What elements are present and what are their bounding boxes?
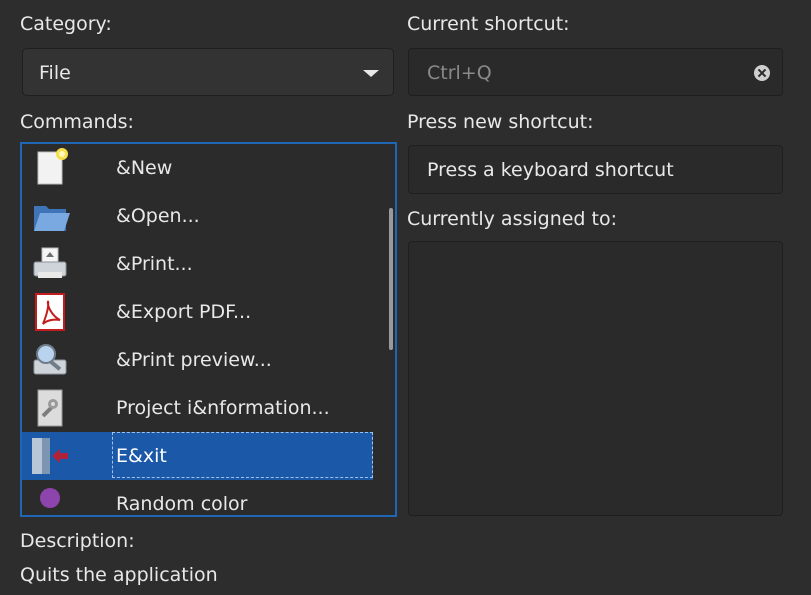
chevron-down-icon	[363, 70, 379, 77]
list-item-label: &Print preview...	[116, 349, 272, 371]
new-document-icon	[37, 148, 68, 185]
list-item-label: &New	[116, 157, 173, 179]
list-item-label: &Open...	[116, 205, 200, 227]
list-item-label: Project i&nformation...	[116, 397, 330, 419]
list-item-label: Random color	[116, 493, 248, 515]
current-shortcut-field[interactable]: Ctrl+Q	[408, 48, 783, 96]
list-item[interactable]: E&xit	[22, 432, 373, 480]
list-item[interactable]: &New	[22, 144, 373, 192]
list-item[interactable]: &Print preview...	[22, 336, 373, 384]
current-shortcut-label: Current shortcut:	[407, 13, 570, 35]
assigned-label: Currently assigned to:	[407, 208, 618, 230]
new-shortcut-button[interactable]: Press a keyboard shortcut	[408, 145, 783, 194]
list-scrollbar[interactable]	[389, 208, 393, 350]
project-info-icon	[37, 389, 63, 427]
list-item[interactable]: &Open...	[22, 192, 373, 240]
list-item[interactable]: &Export PDF...	[22, 288, 373, 336]
assigned-list[interactable]	[408, 241, 783, 516]
category-selected-value: File	[39, 62, 71, 84]
exit-icon	[32, 438, 68, 474]
list-item[interactable]: &Print...	[22, 240, 373, 288]
commands-list[interactable]: &New &Open... &Print... &Export PDF... &…	[20, 142, 397, 517]
pdf-icon	[35, 293, 65, 331]
print-preview-icon	[33, 344, 67, 375]
category-label: Category:	[20, 13, 112, 35]
printer-icon	[33, 247, 67, 278]
new-shortcut-label: Press new shortcut:	[407, 111, 594, 133]
clear-icon[interactable]	[754, 65, 770, 81]
focus-rect	[112, 432, 373, 478]
list-item-label: &Export PDF...	[116, 301, 252, 323]
commands-label: Commands:	[20, 111, 134, 133]
list-item[interactable]: Random color	[22, 480, 373, 515]
list-item[interactable]: Project i&nformation...	[22, 384, 373, 432]
description-text: Quits the application	[20, 564, 218, 586]
current-shortcut-placeholder: Ctrl+Q	[427, 62, 492, 84]
user-icon	[40, 488, 60, 508]
open-folder-icon	[34, 206, 70, 231]
new-shortcut-prompt: Press a keyboard shortcut	[427, 159, 674, 181]
category-dropdown[interactable]: File	[22, 48, 394, 96]
description-label: Description:	[20, 530, 135, 552]
list-item-label: &Print...	[116, 253, 193, 275]
